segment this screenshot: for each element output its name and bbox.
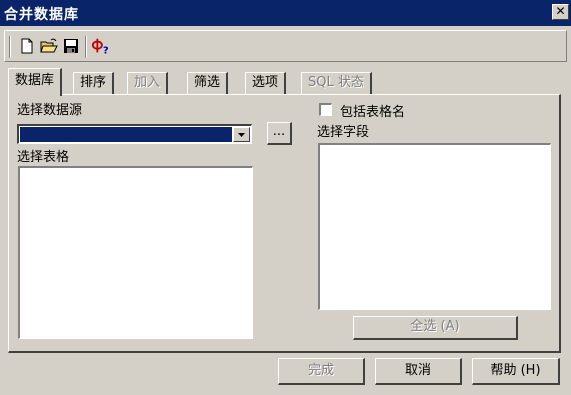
title-bar[interactable]: 合并数据库 ✕	[0, 0, 571, 26]
field-help-button[interactable]: ?	[91, 36, 111, 56]
field-help-icon: ?	[91, 38, 109, 55]
new-document-button[interactable]	[17, 36, 37, 56]
table-list[interactable]	[18, 166, 253, 339]
tab-database[interactable]: 数据库	[8, 68, 63, 96]
tab-join[interactable]: 加入	[127, 72, 169, 94]
close-button[interactable]: ✕	[552, 4, 569, 20]
select-all-button[interactable]: 全选 (A)	[353, 316, 518, 340]
tab-sql-status[interactable]: SQL 状态	[301, 72, 372, 94]
toolbar-grip	[9, 36, 11, 58]
select-table-label: 选择表格	[17, 150, 70, 165]
combo-dropdown-button[interactable]	[233, 127, 250, 142]
new-document-icon	[21, 38, 33, 54]
open-folder-icon	[40, 38, 58, 53]
toolbar: ?	[4, 30, 567, 62]
select-field-label: 选择字段	[317, 125, 370, 140]
include-table-name-checkbox[interactable]	[319, 103, 332, 116]
toolbar-separator	[85, 36, 87, 58]
save-disk-icon	[64, 39, 78, 53]
finish-button[interactable]: 完成	[278, 358, 365, 385]
tab-sort[interactable]: 排序	[73, 72, 115, 94]
combo-selection	[20, 127, 232, 142]
field-list[interactable]	[318, 143, 551, 310]
window-title: 合并数据库	[4, 7, 79, 23]
svg-text:?: ?	[103, 45, 109, 55]
merge-database-dialog: 合并数据库 ✕ ? 数据库 排序 加入 筛选 选项 SQL 状态 选择数据源 .…	[0, 0, 571, 395]
tab-options[interactable]: 选项	[245, 72, 287, 94]
open-button[interactable]	[39, 36, 59, 56]
help-button[interactable]: 帮助 (H)	[472, 358, 560, 385]
include-table-name-label: 包括表格名	[340, 105, 406, 120]
tab-filter[interactable]: 筛选	[187, 72, 229, 94]
chevron-down-icon	[238, 133, 245, 137]
browse-button[interactable]: ...	[267, 122, 292, 145]
cancel-button[interactable]: 取消	[375, 358, 462, 385]
select-source-label: 选择数据源	[17, 103, 83, 118]
save-button[interactable]	[61, 36, 81, 56]
data-source-combo[interactable]	[17, 124, 252, 144]
close-icon: ✕	[555, 4, 566, 18]
